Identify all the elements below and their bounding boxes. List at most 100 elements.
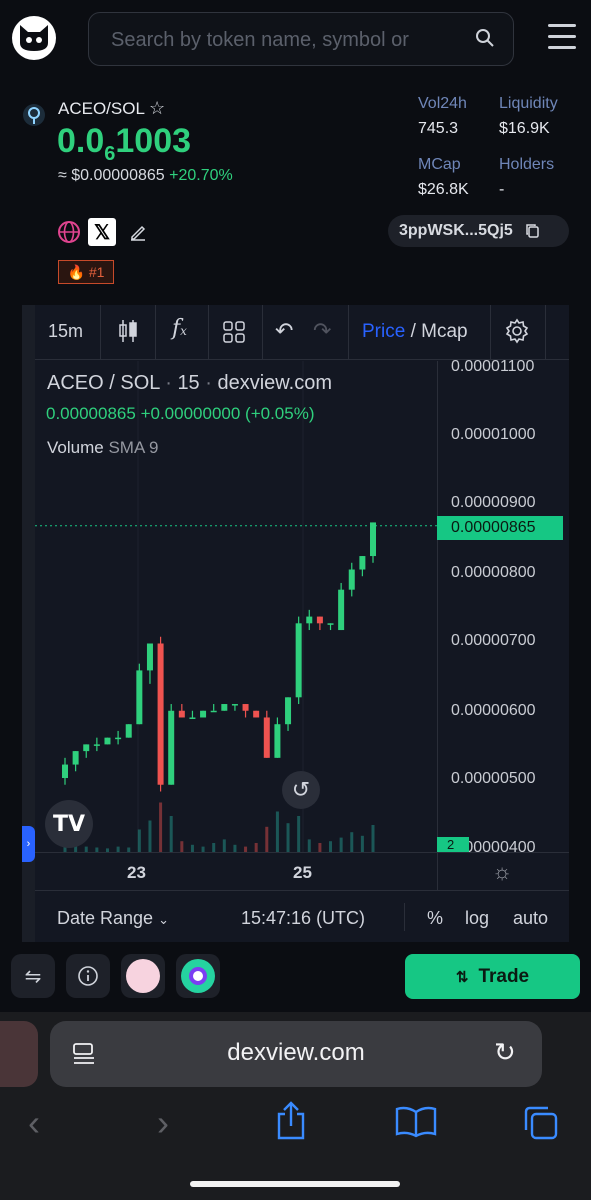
back-icon[interactable]: ‹ <box>28 1102 40 1144</box>
legend-price: 0.00000865 <box>46 404 136 423</box>
volume-bar <box>360 835 364 852</box>
share-icon[interactable] <box>275 1100 307 1140</box>
time-tick: 25 <box>293 863 312 882</box>
price-mcap-toggle[interactable]: Price / Mcap <box>362 321 468 343</box>
price-tick: 0.00000900 <box>451 494 536 511</box>
price-change: +20.70% <box>169 167 233 184</box>
tradingview-logo-icon[interactable]: TV <box>45 800 93 848</box>
search-icon[interactable] <box>475 28 495 48</box>
price-zero-count: 6 <box>104 142 116 165</box>
info-icon[interactable] <box>66 954 110 998</box>
candle-body <box>93 744 100 746</box>
candle-body <box>348 569 355 590</box>
copy-icon[interactable] <box>525 223 541 239</box>
interval-button[interactable]: 15m <box>48 321 83 342</box>
volume-bar <box>265 826 269 852</box>
candle-body <box>370 522 376 557</box>
dexview-logo[interactable] <box>12 16 56 60</box>
candle-body <box>83 744 90 752</box>
volume-bar <box>350 832 354 852</box>
volume-bar <box>233 844 237 852</box>
trending-rank-badge: 🔥 #1 <box>58 260 114 284</box>
date-range-button[interactable]: Date Range ⌄ <box>57 908 169 929</box>
contract-address[interactable]: 3ppWSK...5Qj5 <box>388 215 569 247</box>
volume-bar <box>307 839 311 852</box>
toggle-separator: / <box>410 321 416 342</box>
mcap-toggle[interactable]: Mcap <box>421 321 467 342</box>
candle-body <box>306 616 313 624</box>
volume-bar <box>222 839 226 852</box>
volume-label: Volume <box>47 438 104 457</box>
q-app-icon[interactable] <box>176 954 220 998</box>
volume-bar <box>190 844 194 852</box>
candle-body <box>125 724 132 738</box>
price-tick: 0.00000500 <box>451 770 536 787</box>
usd-price-row: ≈ $0.00000865 +20.70% <box>58 167 233 185</box>
stat-value: - <box>499 181 505 198</box>
pink-avatar-app-icon[interactable] <box>121 954 165 998</box>
percent-scale-button[interactable]: % <box>427 908 443 929</box>
forward-icon[interactable]: › <box>157 1102 169 1144</box>
search-box[interactable]: Search by token name, symbol or <box>88 12 514 66</box>
candle-body <box>189 717 196 719</box>
settings-gear-icon[interactable] <box>504 318 530 344</box>
auto-scale-button[interactable]: auto <box>513 908 548 929</box>
volume-bar <box>180 841 184 852</box>
stat-label: MCap <box>418 156 461 173</box>
candle-body <box>136 670 143 725</box>
legend-dot: · <box>165 372 172 394</box>
expand-sidebar-icon[interactable]: › <box>22 826 35 862</box>
edit-pencil-icon[interactable] <box>129 223 147 241</box>
undo-icon[interactable]: ↶ <box>275 318 293 344</box>
candle-body <box>242 704 249 711</box>
bookmarks-icon[interactable] <box>395 1106 437 1138</box>
candle-body <box>327 623 334 625</box>
time-axis[interactable]: 23 25 ☼ <box>35 852 569 891</box>
x-twitter-icon[interactable]: 𝕏 <box>88 218 116 246</box>
volume-bar <box>275 811 279 852</box>
redo-icon[interactable]: ↷ <box>313 318 331 344</box>
menu-icon[interactable] <box>548 24 576 50</box>
stat-label: Vol24h <box>418 95 467 112</box>
volume-bar <box>137 829 141 852</box>
candle-body <box>253 710 260 718</box>
volume-legend[interactable]: Volume SMA 9 <box>47 438 159 458</box>
usd-price: ≈ $0.00000865 <box>58 167 165 184</box>
rank-text: #1 <box>88 264 105 280</box>
address-bar[interactable]: dexview.com ↻ <box>50 1021 542 1087</box>
legend-interval: 15 <box>177 372 200 394</box>
price-tick: 0.00001100 <box>451 358 535 375</box>
url-text[interactable]: dexview.com <box>50 1039 542 1067</box>
candle-body <box>316 616 323 624</box>
candle-body <box>104 737 111 745</box>
chart-plot-area[interactable] <box>35 361 437 852</box>
volume-bar <box>212 843 216 852</box>
date-range-label: Date Range <box>57 908 154 928</box>
time-tick: 23 <box>127 863 146 882</box>
address-text: 3ppWSK...5Qj5 <box>399 222 513 239</box>
indicators-fx-icon[interactable]: fx <box>172 316 187 341</box>
candle-body <box>338 589 345 631</box>
theme-sun-icon[interactable]: ☼ <box>492 859 512 885</box>
trade-button[interactable]: ⇅ Trade <box>405 954 580 999</box>
candle-body <box>72 751 79 765</box>
log-scale-button[interactable]: log <box>465 908 489 929</box>
utc-clock[interactable]: 15:47:16 (UTC) <box>241 908 365 929</box>
layout-grid-icon[interactable] <box>223 321 245 343</box>
price-toggle[interactable]: Price <box>362 321 405 342</box>
trade-label: Trade <box>478 965 530 987</box>
candle-body <box>231 704 238 706</box>
reset-chart-icon[interactable]: ↺ <box>282 771 320 809</box>
swap-arrows-icon[interactable]: ⇋ <box>11 954 55 998</box>
candles-icon[interactable] <box>117 318 139 344</box>
home-indicator <box>190 1181 400 1187</box>
volume-bar <box>318 843 322 852</box>
star-icon[interactable]: ☆ <box>149 98 165 118</box>
reload-icon[interactable]: ↻ <box>494 1037 516 1068</box>
previous-tab-preview[interactable] <box>0 1021 38 1087</box>
chart-toolbar <box>35 305 569 360</box>
website-globe-icon[interactable] <box>57 220 81 244</box>
tabs-icon[interactable] <box>522 1104 560 1142</box>
volume-bar <box>371 825 375 852</box>
search-input[interactable]: Search by token name, symbol or <box>111 29 456 52</box>
